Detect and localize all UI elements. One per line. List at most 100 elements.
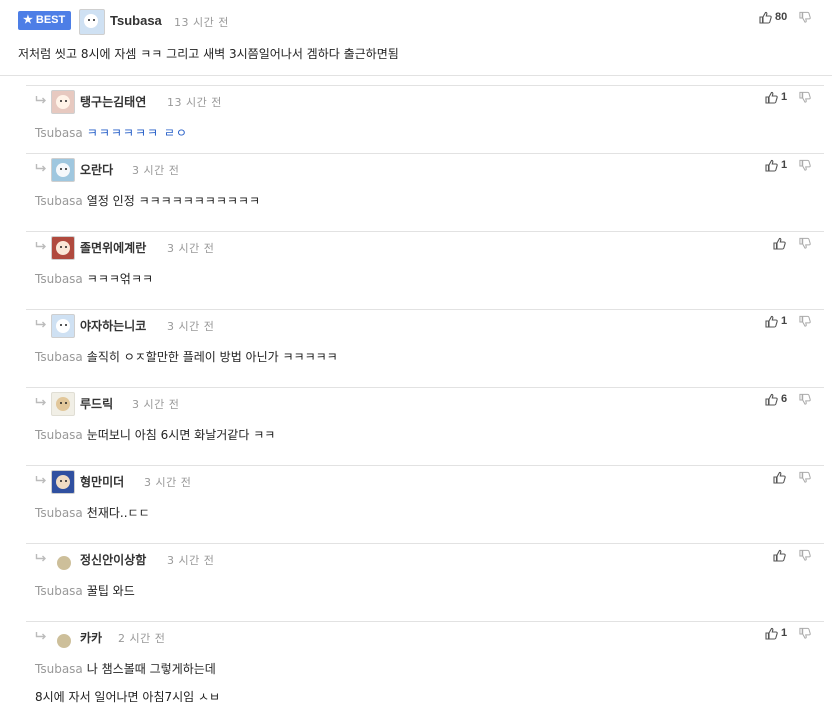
reply-text: ㅋㅋㅋㅋㅋㅋ ㄹㅇ: [86, 126, 188, 140]
best-badge: ★ BEST: [18, 11, 72, 30]
thumbs-up-icon: [765, 393, 778, 406]
reply-text-line: Tsubasa 눈떠보니 아침 6시면 화날거같다 ㅋㅋ: [35, 426, 275, 444]
reply-arrow-icon: [35, 242, 46, 250]
avatar[interactable]: [57, 634, 71, 648]
like-button[interactable]: [773, 235, 786, 251]
like-button[interactable]: [773, 547, 786, 563]
like-count: 80: [775, 11, 788, 23]
avatar[interactable]: [57, 556, 71, 570]
reply-arrow-icon: [35, 320, 46, 328]
mention-user[interactable]: Tsubasa: [35, 506, 83, 520]
reply-author[interactable]: 정신안이상함: [80, 551, 146, 568]
thumbs-down-icon: [799, 91, 811, 103]
like-button[interactable]: 1: [765, 625, 787, 641]
avatar[interactable]: [51, 314, 75, 338]
dislike-button[interactable]: [799, 471, 811, 485]
reply-arrow-icon: [35, 164, 46, 172]
reply-author[interactable]: 야자하는니코: [80, 317, 146, 334]
mention-user[interactable]: Tsubasa: [35, 584, 83, 598]
comment-author[interactable]: Tsubasa: [110, 13, 162, 28]
reply-text-line2: 8시에 자서 일어나면 아침7시임 ㅅㅂ: [35, 690, 221, 704]
dislike-button[interactable]: [799, 393, 811, 407]
thumbs-down-icon: [799, 237, 811, 249]
mention-user[interactable]: Tsubasa: [35, 350, 83, 364]
dislike-button[interactable]: [799, 91, 811, 105]
best-comment: ★ BEST Tsubasa 13 시간 전 80 저처럼 씻고 8시에 자셈 ㅋ…: [0, 0, 832, 76]
dislike-button[interactable]: [799, 315, 811, 329]
reply-text: 꿀팁 와드: [86, 584, 135, 598]
reply-author[interactable]: 루드릭: [80, 395, 113, 412]
reply-arrow-icon: [35, 474, 47, 484]
like-button[interactable]: 6: [765, 391, 787, 407]
reply-arrow-icon: [35, 398, 46, 406]
avatar[interactable]: [51, 158, 75, 182]
comment-time: 13 시간 전: [174, 16, 229, 29]
mention-user[interactable]: Tsubasa: [35, 428, 83, 442]
reply-arrow-icon: [35, 96, 46, 104]
reply-author[interactable]: 졸면위에계란: [80, 239, 146, 256]
reply-arrow-icon: [35, 552, 47, 562]
like-button[interactable]: 1: [765, 157, 787, 173]
like-count: 1: [781, 627, 788, 639]
thumbs-up-icon: [759, 11, 772, 24]
reply-time: 3 시간 전: [167, 554, 215, 567]
reply-time: 3 시간 전: [167, 242, 215, 255]
reply-arrow-icon: [35, 318, 47, 328]
like-button[interactable]: 80: [759, 9, 787, 25]
thumbs-up-icon: [765, 91, 778, 104]
thumbs-up-icon: [773, 237, 786, 250]
reply-time: 13 시간 전: [167, 96, 222, 109]
reply-comment: 졸면위에계란 3 시간 전 Tsubasa ㅋㅋㅋ얶ㅋㅋ: [26, 231, 824, 309]
reply-author[interactable]: 형만미더: [80, 473, 124, 490]
thumbs-up-icon: [765, 159, 778, 172]
dislike-button[interactable]: [799, 237, 811, 251]
mention-user[interactable]: Tsubasa: [35, 272, 83, 286]
avatar[interactable]: [51, 392, 75, 416]
reply-arrow-icon: [35, 476, 46, 484]
thumbs-up-icon: [773, 471, 786, 484]
reply-arrow-icon: [35, 632, 46, 640]
avatar[interactable]: [51, 236, 75, 260]
reply-text: 나 챔스볼때 그렇게하는데: [86, 662, 216, 676]
thumbs-down-icon: [799, 159, 811, 171]
dislike-button[interactable]: [799, 627, 811, 641]
like-button[interactable]: [773, 469, 786, 485]
thumbs-down-icon: [799, 393, 811, 405]
mention-user[interactable]: Tsubasa: [35, 126, 83, 140]
reply-comment: 루드릭 3 시간 전 6 Tsubasa 눈떠보니 아침 6시면 화날거같다 ㅋㅋ: [26, 387, 824, 465]
like-button[interactable]: 1: [765, 313, 787, 329]
like-count: 1: [781, 315, 788, 327]
reply-arrow-icon: [35, 94, 47, 104]
star-icon: ★: [23, 14, 33, 26]
reply-text-line: Tsubasa 나 챔스볼때 그렇게하는데: [35, 660, 216, 678]
mention-user[interactable]: Tsubasa: [35, 662, 83, 676]
avatar[interactable]: [51, 470, 75, 494]
comment-text: 저처럼 씻고 8시에 자셈 ㅋㅋ 그리고 새벽 3시쯤일어나서 겜하다 출근하면…: [18, 47, 399, 61]
reply-text-line: Tsubasa ㅋㅋㅋ얶ㅋㅋ: [35, 270, 153, 288]
thumbs-down-icon: [799, 627, 811, 639]
like-count: 6: [781, 393, 788, 405]
reply-arrow-icon: [35, 162, 47, 172]
reply-text-line: Tsubasa ㅋㅋㅋㅋㅋㅋ ㄹㅇ: [35, 124, 188, 142]
reply-comment: 형만미더 3 시간 전 Tsubasa 천재다..ㄷㄷ: [26, 465, 824, 543]
reply-author[interactable]: 카카: [80, 629, 102, 646]
reply-author[interactable]: 오란다: [80, 161, 113, 178]
avatar[interactable]: [51, 90, 75, 114]
reply-time: 3 시간 전: [144, 476, 192, 489]
thumbs-down-icon: [799, 315, 811, 327]
mention-user[interactable]: Tsubasa: [35, 194, 83, 208]
reply-comment: 오란다 3 시간 전 1 Tsubasa 열정 인정 ㅋㅋㅋㅋㅋㅋㅋㅋㅋㅋㅋ: [26, 153, 824, 231]
avatar[interactable]: [79, 9, 105, 35]
reply-text: 천재다..ㄷㄷ: [86, 506, 150, 520]
like-button[interactable]: 1: [765, 89, 787, 105]
reply-arrow-icon: [35, 554, 46, 562]
thumbs-down-icon: [799, 11, 811, 23]
dislike-button[interactable]: [799, 11, 811, 25]
reply-arrow-icon: [35, 396, 47, 406]
reply-text-line: Tsubasa 솔직히 ㅇㅈ할만한 플레이 방법 아닌가 ㅋㅋㅋㅋㅋ: [35, 348, 338, 366]
dislike-button[interactable]: [799, 159, 811, 173]
reply-text: 열정 인정 ㅋㅋㅋㅋㅋㅋㅋㅋㅋㅋㅋ: [86, 194, 261, 208]
dislike-button[interactable]: [799, 549, 811, 563]
reply-time: 3 시간 전: [167, 320, 215, 333]
reply-author[interactable]: 탱구는김태연: [80, 93, 146, 110]
